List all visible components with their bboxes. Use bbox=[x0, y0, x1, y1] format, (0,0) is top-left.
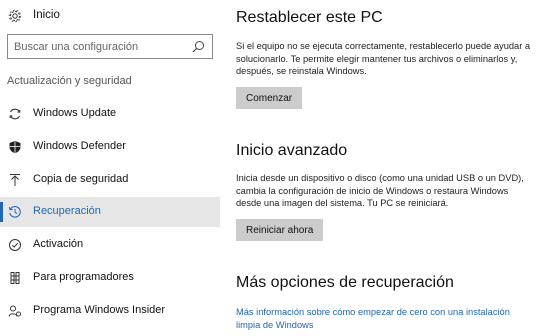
sidebar-item-insider[interactable]: Programa Windows Insider bbox=[0, 296, 220, 326]
sidebar-item-recovery[interactable]: Recuperación bbox=[0, 197, 220, 227]
refresh-icon bbox=[9, 108, 21, 120]
sidebar-item-backup[interactable]: Copia de seguridad bbox=[0, 165, 220, 195]
restart-now-button[interactable]: Reiniciar ahora bbox=[236, 219, 324, 241]
sidebar-item-label: Windows Defender bbox=[33, 140, 126, 152]
search-icon[interactable] bbox=[192, 40, 205, 53]
sidebar-item-label: Programa Windows Insider bbox=[33, 304, 166, 316]
reset-title: Restablecer este PC bbox=[236, 9, 383, 26]
section-title: Actualización y seguridad bbox=[7, 75, 132, 87]
history-icon bbox=[9, 205, 21, 218]
sidebar-item-windows-update[interactable]: Windows Update bbox=[0, 99, 220, 129]
gear-icon bbox=[8, 9, 22, 23]
sidebar-item-label: Activación bbox=[33, 238, 84, 250]
sidebar-item-developers[interactable]: Para programadores bbox=[0, 263, 220, 293]
check-circle-icon bbox=[9, 239, 21, 251]
developer-icon bbox=[10, 272, 20, 284]
upload-icon bbox=[10, 174, 20, 186]
sidebar-item-label: Copia de seguridad bbox=[33, 173, 129, 185]
more-options-title: Más opciones de recuperación bbox=[236, 274, 454, 291]
search-input[interactable] bbox=[8, 35, 188, 58]
insider-icon bbox=[8, 305, 21, 317]
start-reset-button[interactable]: Comenzar bbox=[236, 87, 303, 109]
sidebar-item-label: Windows Update bbox=[33, 107, 117, 119]
home-nav-item[interactable]: Inicio bbox=[0, 4, 220, 28]
reset-description: Si el equipo no se ejecuta correctamente… bbox=[236, 41, 531, 76]
search-box[interactable] bbox=[7, 34, 213, 59]
sidebar-item-label: Para programadores bbox=[33, 271, 134, 283]
advanced-title: Inicio avanzado bbox=[236, 142, 348, 159]
sidebar-item-windows-defender[interactable]: Windows Defender bbox=[0, 132, 220, 162]
active-indicator bbox=[0, 202, 3, 222]
shield-icon bbox=[9, 141, 21, 154]
home-label: Inicio bbox=[33, 9, 60, 21]
advanced-description: Inicia desde un dispositivo o disco (com… bbox=[236, 173, 524, 208]
sidebar: Inicio Actualización y seguridad Windows… bbox=[0, 0, 220, 336]
sidebar-item-activation[interactable]: Activación bbox=[0, 230, 220, 260]
clean-install-link[interactable]: Más información sobre cómo empezar de ce… bbox=[236, 306, 536, 331]
sidebar-item-label: Recuperación bbox=[33, 205, 101, 217]
